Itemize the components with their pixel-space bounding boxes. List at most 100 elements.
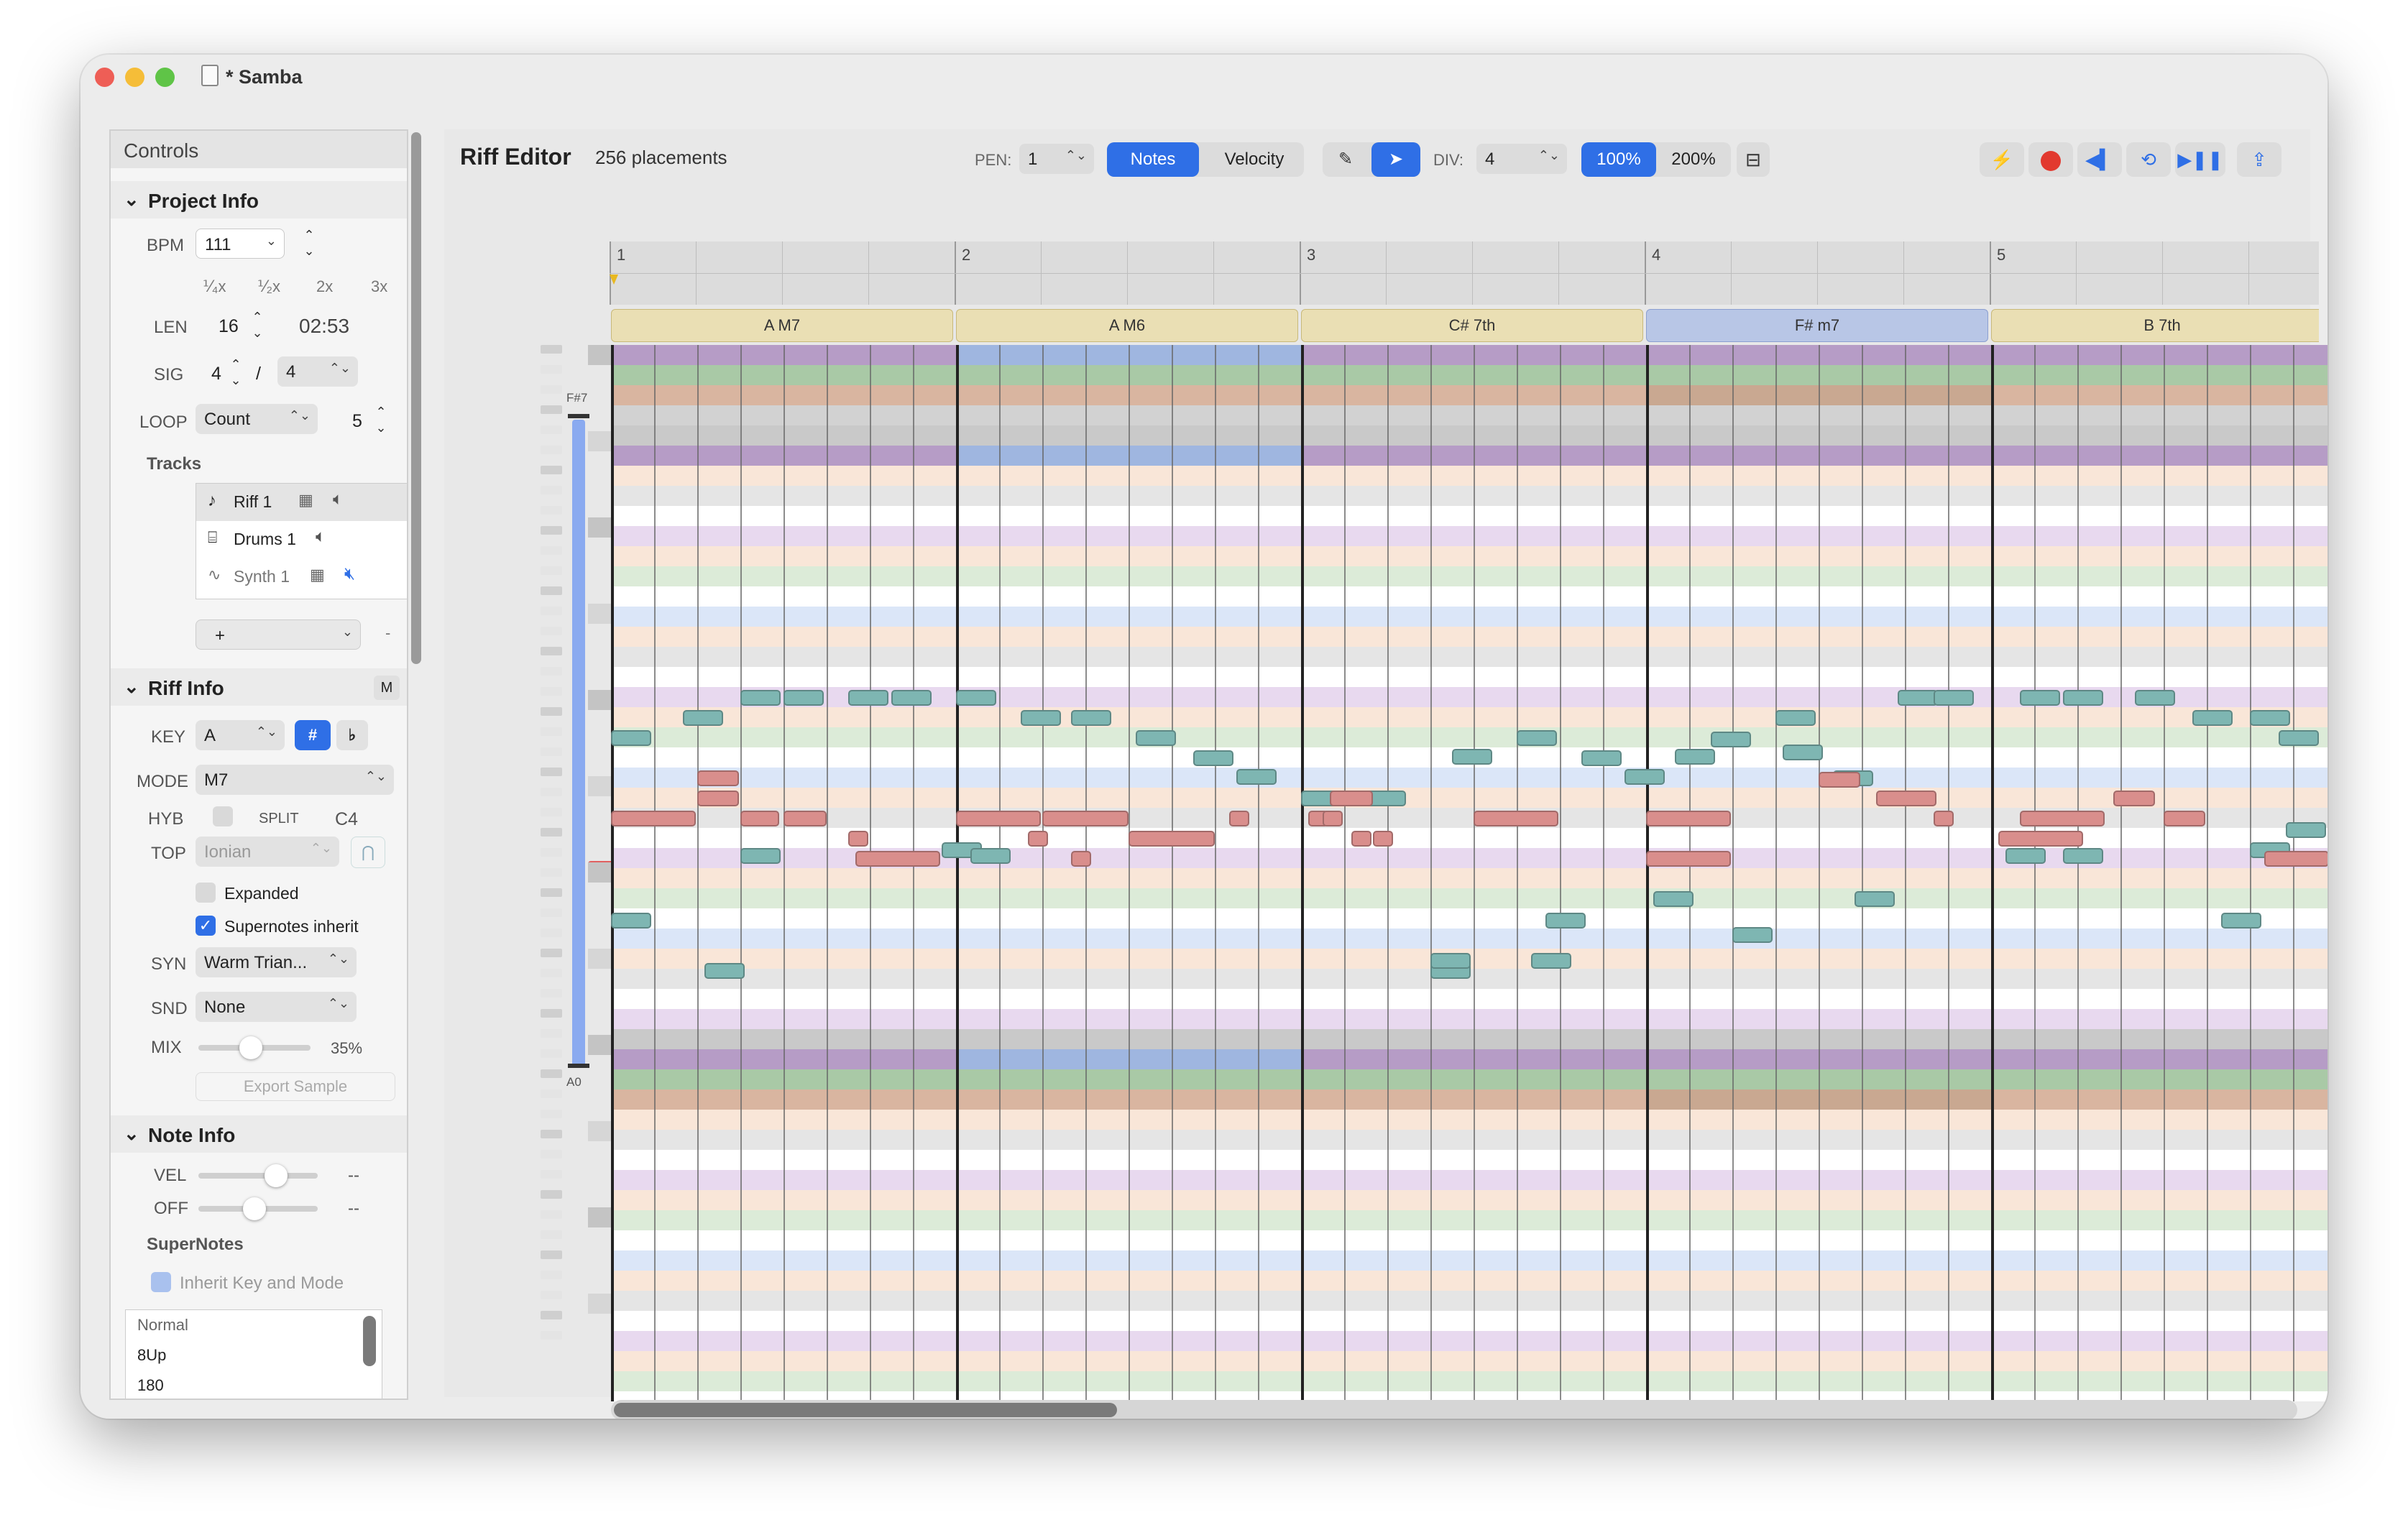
- note-block[interactable]: [2020, 690, 2060, 706]
- piano-key[interactable]: [541, 647, 562, 655]
- piano-key[interactable]: [541, 1049, 562, 1058]
- bpm-field[interactable]: 111 ⌄: [196, 229, 285, 259]
- muted-speaker-icon[interactable]: 🔇︎: [344, 564, 355, 584]
- note-block[interactable]: [1531, 953, 1571, 969]
- mix-slider-knob[interactable]: [239, 1036, 262, 1059]
- minimize-button[interactable]: [125, 68, 144, 87]
- tab-velocity[interactable]: Velocity: [1205, 142, 1304, 177]
- note-block[interactable]: [683, 710, 723, 726]
- pointer-icon[interactable]: ➤: [1371, 142, 1420, 177]
- piano-key[interactable]: [541, 466, 562, 474]
- chord-block[interactable]: A M7: [611, 309, 953, 342]
- tab-notes[interactable]: Notes: [1107, 142, 1199, 177]
- share-icon[interactable]: ⇪: [2237, 142, 2281, 177]
- note-info-header[interactable]: ⌄ Note Info: [111, 1115, 407, 1153]
- add-track-button[interactable]: + ⌄: [196, 619, 361, 650]
- bar-ruler[interactable]: 123456: [610, 241, 2319, 305]
- pen-select[interactable]: 1 ⌃⌄: [1019, 144, 1094, 174]
- note-block[interactable]: [1653, 891, 1694, 907]
- fit-icon[interactable]: ⊟: [1737, 142, 1770, 177]
- piano-key[interactable]: [541, 908, 562, 917]
- piano-key[interactable]: [541, 868, 562, 877]
- note-block[interactable]: [2020, 811, 2105, 826]
- note-block[interactable]: [1071, 710, 1111, 726]
- chord-block[interactable]: C# 7th: [1301, 309, 1643, 342]
- track-row-synth[interactable]: ∿ Synth 1 ▦ 🔇︎: [196, 558, 407, 596]
- note-block[interactable]: [1711, 732, 1751, 747]
- project-info-header[interactable]: ⌄ Project Info: [111, 181, 407, 218]
- piano-key[interactable]: [541, 526, 562, 535]
- note-block[interactable]: [1625, 769, 1665, 785]
- piano-key[interactable]: [541, 687, 562, 696]
- piano-key[interactable]: [541, 808, 562, 816]
- piano-key[interactable]: [541, 627, 562, 635]
- loop-count-stepper[interactable]: ⌃ ⌄: [371, 404, 391, 437]
- note-block[interactable]: [1193, 750, 1233, 766]
- note-block[interactable]: [956, 811, 1041, 826]
- note-block[interactable]: [848, 831, 868, 847]
- chord-block[interactable]: B 7th: [1991, 309, 2319, 342]
- note-block[interactable]: [891, 690, 932, 706]
- note-block[interactable]: [2286, 822, 2326, 838]
- note-block[interactable]: [1330, 791, 1373, 806]
- synth-select[interactable]: Warm Trian... ⌃⌄: [196, 947, 357, 977]
- piano-key[interactable]: [541, 949, 562, 957]
- piano-key[interactable]: [541, 768, 562, 776]
- sidebar-scrollbar[interactable]: [411, 132, 421, 664]
- piano-key[interactable]: [541, 989, 562, 998]
- bpm-stepper[interactable]: ⌃ ⌄: [299, 227, 319, 260]
- note-block[interactable]: [1998, 831, 2083, 847]
- piano-key[interactable]: [541, 1170, 562, 1179]
- piano-key[interactable]: [541, 888, 562, 897]
- note-block[interactable]: [1898, 690, 1938, 706]
- sound-select[interactable]: None ⌃⌄: [196, 992, 357, 1022]
- note-block[interactable]: [1855, 891, 1895, 907]
- piano-key[interactable]: [541, 1311, 562, 1319]
- horizontal-scrollbar[interactable]: [611, 1400, 2297, 1419]
- piano-key[interactable]: [541, 667, 562, 676]
- piano-key[interactable]: [541, 1271, 562, 1279]
- piano-key[interactable]: [541, 707, 562, 716]
- export-sample-button[interactable]: Export Sample: [196, 1072, 395, 1101]
- piano-key[interactable]: [541, 1190, 562, 1199]
- piano-key[interactable]: [541, 969, 562, 977]
- note-block[interactable]: [697, 791, 739, 806]
- m-badge[interactable]: M: [374, 676, 400, 700]
- len-stepper[interactable]: ⌃ ⌄: [247, 309, 267, 342]
- note-block[interactable]: [697, 770, 739, 786]
- note-block[interactable]: [970, 848, 1011, 864]
- piano-key[interactable]: [541, 506, 562, 515]
- piano-key[interactable]: [541, 425, 562, 434]
- note-block[interactable]: [1783, 745, 1823, 760]
- note-block[interactable]: [1452, 749, 1492, 765]
- piano-key[interactable]: [541, 727, 562, 736]
- note-block[interactable]: [1775, 710, 1816, 726]
- note-block[interactable]: [2279, 730, 2319, 746]
- expanded-checkbox[interactable]: [196, 883, 216, 903]
- note-block[interactable]: [2063, 848, 2103, 864]
- note-block[interactable]: [1071, 851, 1091, 867]
- speed-quarter-button[interactable]: ⅟₄x: [203, 277, 226, 296]
- close-button[interactable]: [95, 68, 114, 87]
- piano-key[interactable]: [541, 1250, 562, 1259]
- piano-key[interactable]: [541, 1089, 562, 1098]
- piano-key[interactable]: [541, 788, 562, 796]
- note-block[interactable]: [1042, 811, 1129, 826]
- note-block[interactable]: [2005, 848, 2046, 864]
- zoom-200-button[interactable]: 200%: [1656, 142, 1731, 177]
- note-block[interactable]: [2164, 811, 2205, 826]
- speed-half-button[interactable]: ⅟₂x: [257, 277, 280, 296]
- note-block[interactable]: [1021, 710, 1061, 726]
- piano-key[interactable]: [541, 607, 562, 615]
- piano-key[interactable]: [541, 546, 562, 555]
- note-block[interactable]: [740, 690, 781, 706]
- loop-icon[interactable]: ⟲: [2126, 142, 2171, 177]
- off-slider-knob[interactable]: [243, 1197, 266, 1220]
- note-block[interactable]: [2192, 710, 2233, 726]
- sharp-toggle[interactable]: #: [295, 720, 331, 750]
- note-block[interactable]: [848, 690, 888, 706]
- note-block[interactable]: [611, 730, 651, 746]
- sig-num-stepper[interactable]: ⌃ ⌄: [226, 356, 246, 390]
- rewind-icon[interactable]: ◀▍: [2077, 142, 2122, 177]
- note-block[interactable]: [1876, 791, 1936, 806]
